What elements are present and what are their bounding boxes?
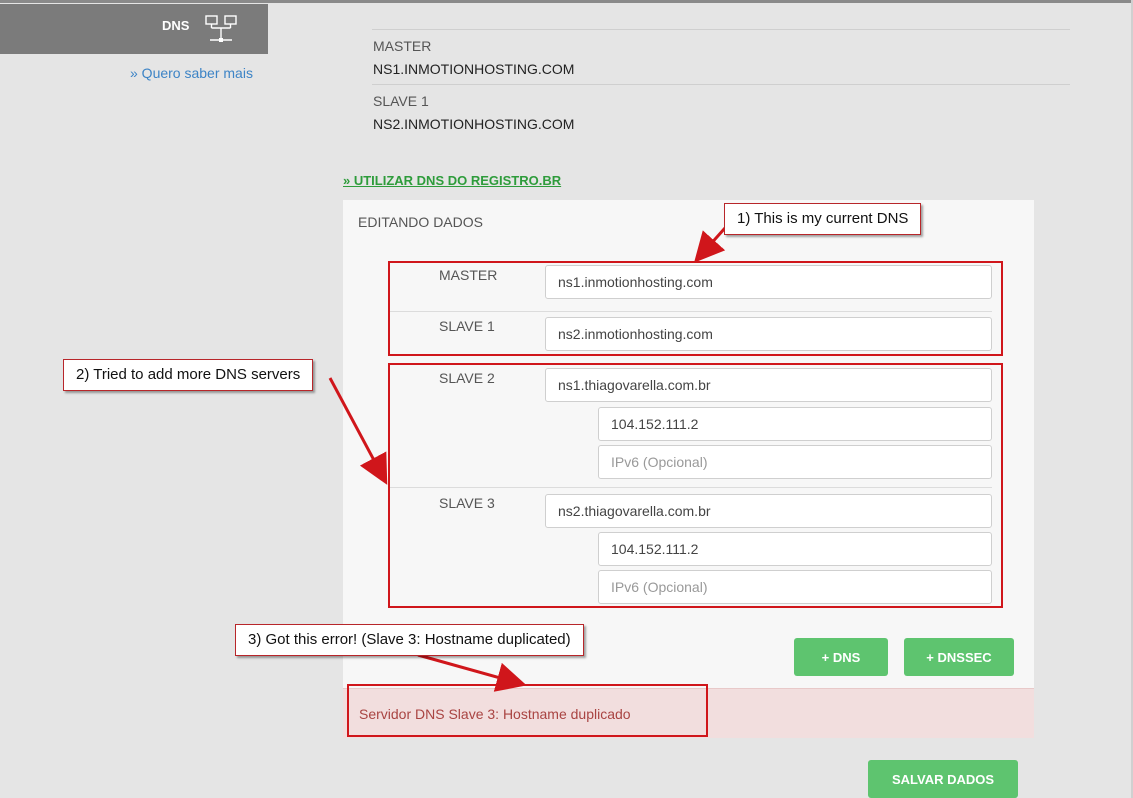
current-dns-summary: MASTER NS1.INMOTIONHOSTING.COM SLAVE 1 N… (372, 29, 1070, 139)
use-registro-dns-link[interactable]: » UTILIZAR DNS DO REGISTRO.BR (343, 173, 561, 188)
annotation-callout-1: 1) This is my current DNS (724, 203, 922, 235)
current-slave1-value: NS2.INMOTIONHOSTING.COM (373, 116, 575, 132)
network-servers-icon (205, 15, 237, 42)
dns-tab-label: DNS (162, 18, 190, 33)
learn-more-link[interactable]: » Quero saber mais (130, 65, 253, 81)
save-button[interactable]: SALVAR DADOS (868, 760, 1018, 798)
current-master-value: NS1.INMOTIONHOSTING.COM (373, 61, 575, 77)
annotation-highlight-current-dns (388, 261, 1003, 356)
current-slave1-row: SLAVE 1 NS2.INMOTIONHOSTING.COM (372, 84, 1070, 139)
add-dnssec-button[interactable]: + DNSSEC (904, 638, 1014, 676)
panel-title: EDITANDO DADOS (358, 214, 483, 230)
annotation-highlight-new-dns (388, 363, 1003, 608)
annotation-callout-3: 3) Got this error! (Slave 3: Hostname du… (235, 624, 584, 656)
annotation-highlight-error (347, 684, 708, 737)
add-dns-button[interactable]: + DNS (794, 638, 888, 676)
sidebar-dns-tab[interactable]: DNS (0, 4, 268, 54)
current-master-label: MASTER (373, 38, 432, 54)
current-master-row: MASTER NS1.INMOTIONHOSTING.COM (372, 29, 1070, 84)
window-top-border (0, 0, 1133, 3)
current-slave1-label: SLAVE 1 (373, 93, 429, 109)
annotation-callout-2: 2) Tried to add more DNS servers (63, 359, 314, 391)
